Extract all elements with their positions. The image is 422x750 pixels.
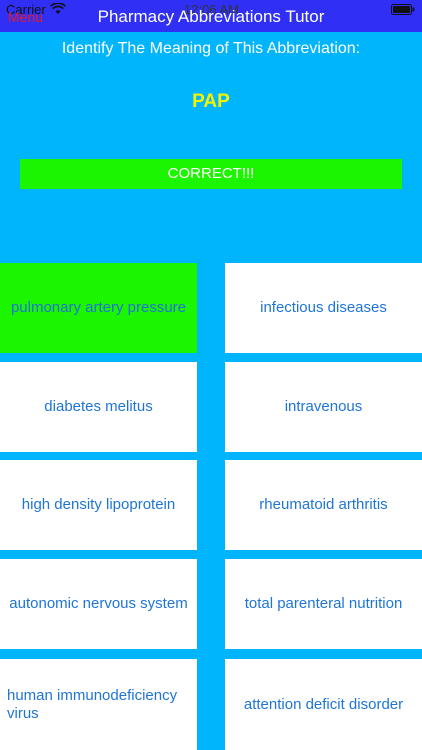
navigation-bar: Carrier 12:06 AM Menu Pharmacy Abbreviat… [0, 0, 422, 32]
answer-button-2[interactable]: infectious diseases [225, 263, 422, 353]
answer-button-1[interactable]: pulmonary artery pressure [0, 263, 197, 353]
answer-button-5[interactable]: high density lipoprotein [0, 460, 197, 550]
answer-button-4[interactable]: intravenous [225, 362, 422, 452]
result-banner: CORRECT!!! [20, 159, 402, 189]
answer-button-6[interactable]: rheumatoid arthritis [225, 460, 422, 550]
answer-button-3[interactable]: diabetes melitus [0, 362, 197, 452]
app-title: Pharmacy Abbreviations Tutor [97, 7, 325, 26]
abbreviation-label: PAP [192, 91, 230, 112]
answer-button-10[interactable]: attention deficit disorder [225, 659, 422, 750]
answer-grid: pulmonary artery pressure infectious dis… [0, 263, 422, 750]
answer-button-8[interactable]: total parenteral nutrition [225, 559, 422, 649]
question-prompt: Identify The Meaning of This Abbreviatio… [61, 40, 361, 57]
answer-button-7[interactable]: autonomic nervous system [0, 559, 197, 649]
answer-button-9[interactable]: human immunodeficiency virus [0, 659, 197, 750]
